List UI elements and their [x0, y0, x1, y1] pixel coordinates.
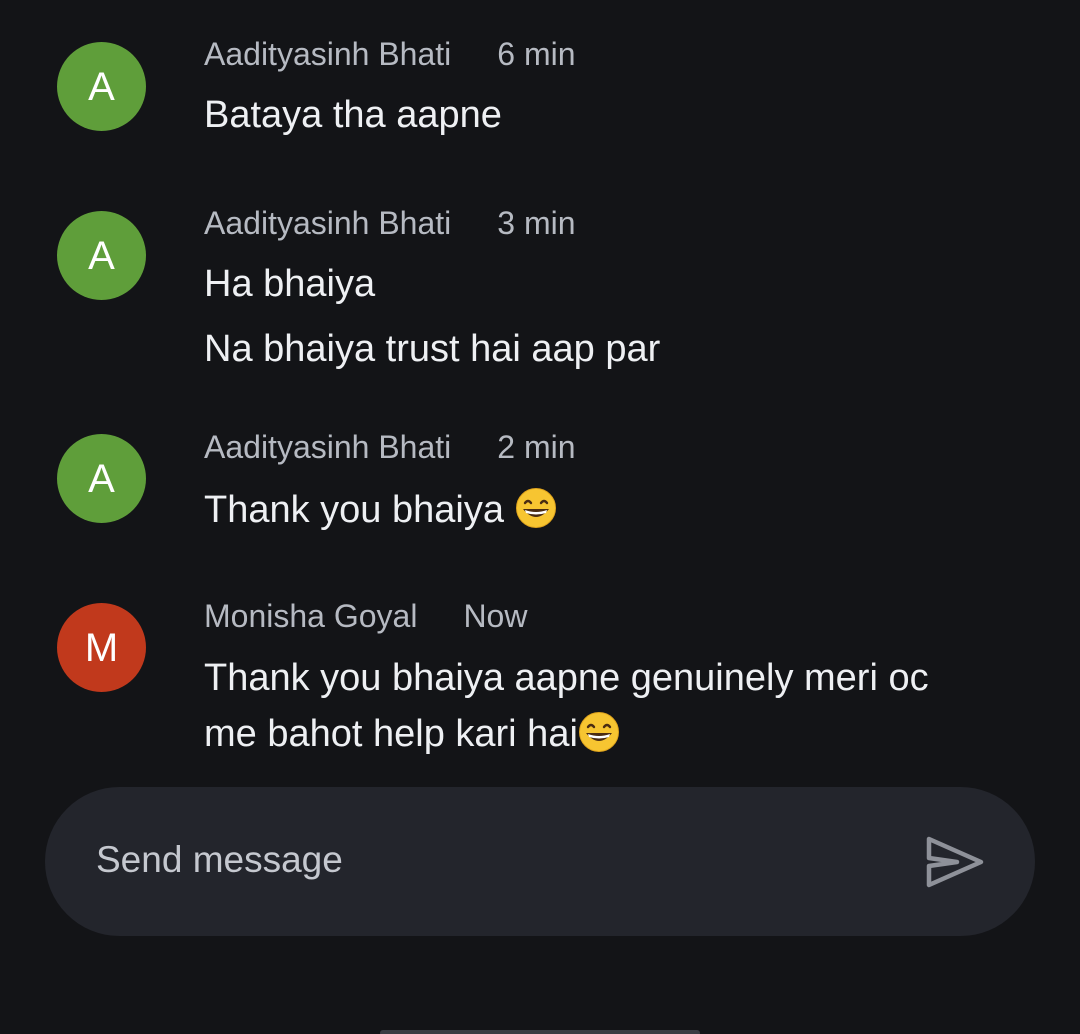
message-meta: Aadityasinh Bhati 3 min [204, 203, 576, 243]
avatar[interactable]: A [57, 42, 146, 131]
chat-screen: A Aadityasinh Bhati 6 min Bataya tha aap… [0, 0, 1080, 1034]
sender-name: Aadityasinh Bhati [204, 428, 452, 465]
message-time: 3 min [497, 204, 576, 241]
gesture-bar [380, 1030, 700, 1034]
sender-name: Monisha Goyal [204, 597, 418, 634]
message-input[interactable]: Send message [96, 839, 343, 881]
message-text-content: Thank you bhaiya [204, 489, 515, 531]
avatar-letter: A [88, 233, 115, 278]
message-text: Thank you bhaiya [204, 487, 557, 532]
message-meta: Monisha Goyal Now [204, 596, 527, 636]
message-composer[interactable]: Send message [45, 787, 1035, 936]
message-meta: Aadityasinh Bhati 6 min [204, 34, 576, 74]
avatar[interactable]: A [57, 211, 146, 300]
grinning-face-icon [578, 712, 619, 752]
message-text-content: me bahot help kari hai [204, 713, 578, 755]
send-icon[interactable] [925, 835, 987, 889]
message-time: Now [463, 597, 528, 634]
avatar-letter: A [88, 64, 115, 109]
message-text: Bataya tha aapne [204, 94, 502, 136]
message-meta: Aadityasinh Bhati 2 min [204, 427, 576, 467]
avatar-letter: M [84, 625, 119, 670]
message-text: Thank you bhaiya aapne genuinely meri oc [204, 657, 929, 699]
avatar[interactable]: A [57, 434, 146, 523]
message-time: 2 min [497, 428, 576, 465]
sender-name: Aadityasinh Bhati [204, 204, 452, 241]
avatar-letter: A [88, 456, 115, 501]
grinning-face-icon [515, 488, 556, 528]
message-text: me bahot help kari hai [204, 711, 620, 756]
sender-name: Aadityasinh Bhati [204, 35, 452, 72]
message-time: 6 min [497, 35, 576, 72]
message-text: Na bhaiya trust hai aap par [204, 328, 661, 370]
message-text: Ha bhaiya [204, 263, 376, 305]
avatar[interactable]: M [57, 603, 146, 692]
